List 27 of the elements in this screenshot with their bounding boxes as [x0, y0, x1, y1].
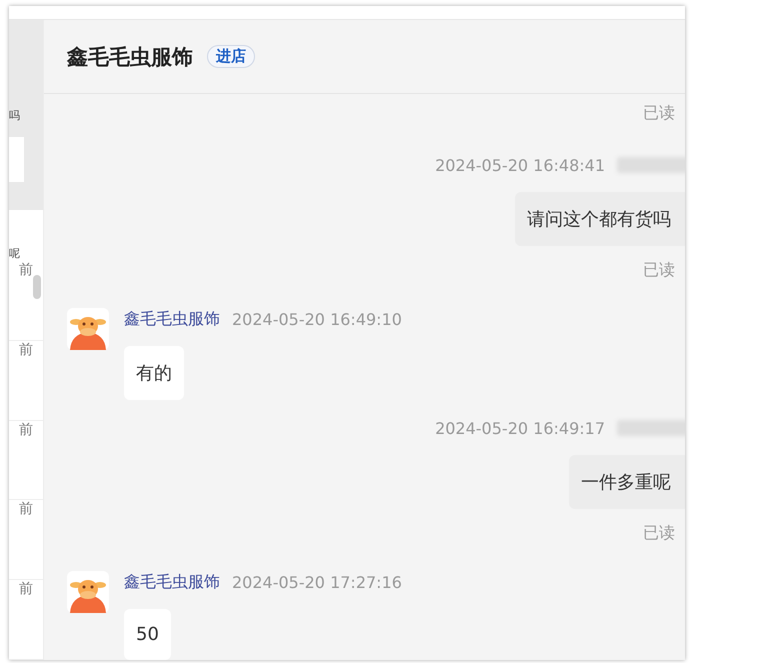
message-time: 2024-05-20 17:27:16 — [232, 572, 402, 592]
list-preview-text: 吗 — [9, 108, 21, 123]
message-time: 2024-05-20 16:49:10 — [232, 310, 402, 328]
conversation-item[interactable]: 前 — [9, 340, 43, 421]
cow-avatar-icon — [67, 571, 109, 613]
message-bubble: 50 — [124, 609, 171, 660]
list-preview-text: 呢 — [9, 246, 21, 261]
read-receipt: 已读 — [643, 522, 675, 544]
conversation-item[interactable]: 前 — [9, 580, 43, 660]
visit-shop-button[interactable]: 进店 — [207, 45, 255, 68]
conversation-item[interactable]: 前 — [9, 420, 43, 500]
message-time: 2024-05-20 16:49:17 — [435, 418, 605, 438]
shop-name: 鑫毛毛虫服饰 — [67, 44, 193, 70]
scrollbar-thumb[interactable] — [33, 275, 41, 299]
redaction-blur — [617, 420, 685, 436]
sender-name: 鑫毛毛虫服饰 — [124, 308, 220, 330]
cow-avatar-icon — [67, 308, 109, 350]
sender-name: 鑫毛毛虫服饰 — [124, 572, 220, 592]
read-receipt: 已读 — [643, 259, 675, 281]
message-bubble: 有的 — [124, 346, 184, 400]
conversation-item[interactable]: 前 — [9, 500, 43, 580]
message-bubble: 请问这个都有货吗 — [515, 192, 685, 246]
message-bubble: 一件多重呢 — [569, 455, 685, 509]
input-card — [9, 137, 24, 182]
message-time: 2024-05-20 16:48:41 — [435, 156, 605, 174]
read-receipt: 已读 — [643, 102, 675, 124]
redaction-blur — [617, 157, 685, 173]
